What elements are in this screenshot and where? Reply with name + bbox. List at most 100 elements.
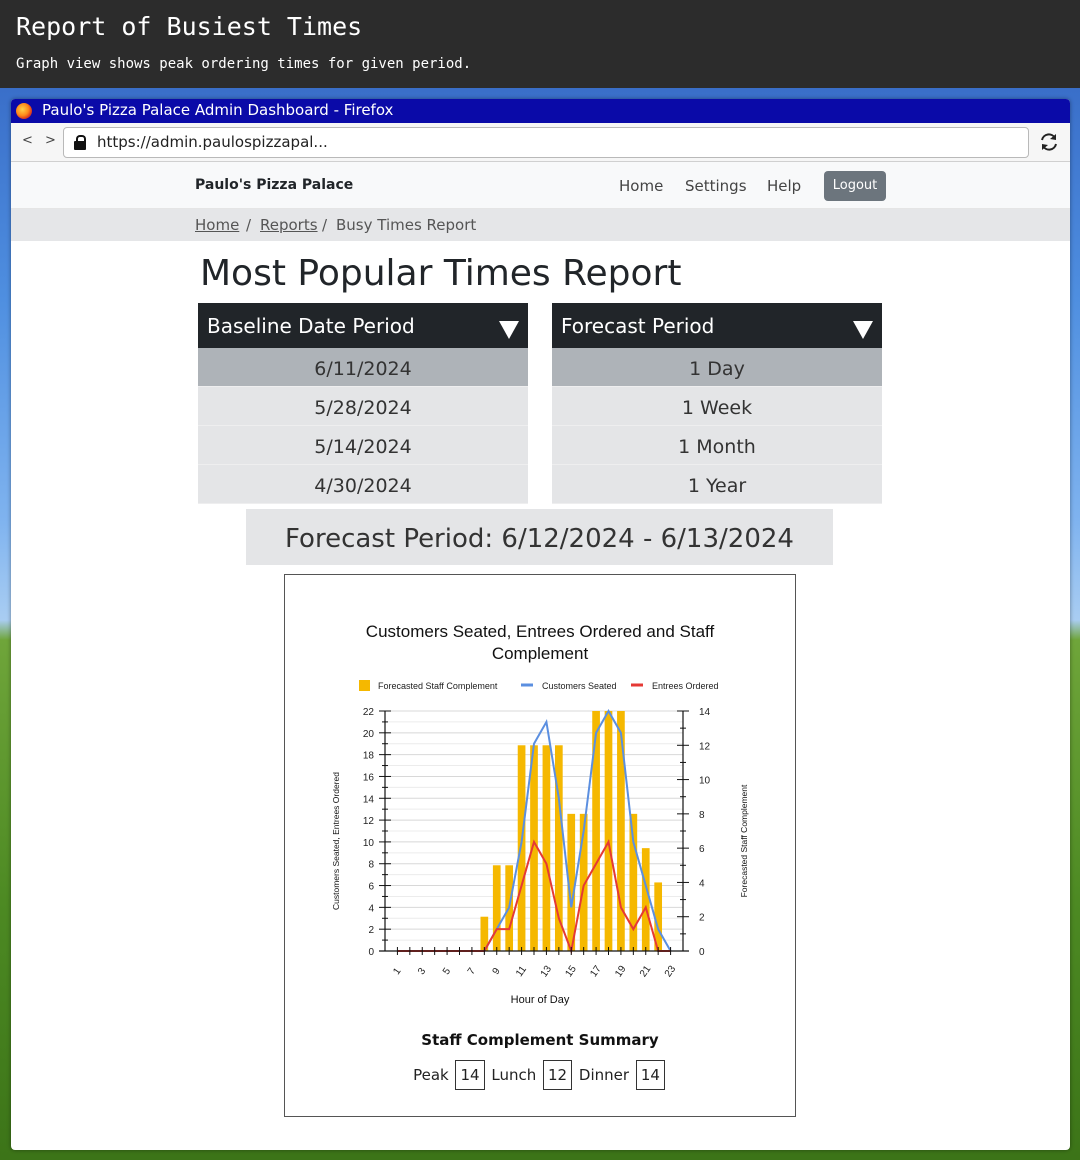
baseline-option[interactable]: 6/11/2024 [198,348,528,387]
y2-tick-label: 0 [699,947,705,958]
forecast-option[interactable]: 1 Month [552,426,882,465]
dinner-label: Dinner [578,1066,630,1084]
peak-label: Peak [413,1066,449,1084]
bar-staff-complement [542,745,551,951]
breadcrumb: Home / Reports / Busy Times Report [11,209,1070,241]
breadcrumb-separator: / [246,216,252,234]
baseline-option[interactable]: 4/30/2024 [198,465,528,504]
x-tick-label: 9 [491,966,503,977]
y-tick-label: 4 [368,903,374,914]
forecast-period-banner: Forecast Period: 6/12/2024 - 6/13/2024 [246,509,833,565]
peak-value: 14 [455,1060,485,1090]
url-text[interactable]: https://admin.paulospizzapal... [97,133,328,151]
baseline-option[interactable]: 5/28/2024 [198,387,528,426]
busy-times-chart: Customers Seated, Entrees Ordered and St… [331,622,749,1006]
y-tick-label: 16 [363,772,375,783]
chart-title: Complement [492,644,589,663]
dropdown-arrow-icon[interactable] [853,321,873,339]
breadcrumb-reports[interactable]: Reports [260,216,318,234]
forecast-option[interactable]: 1 Day [552,348,882,387]
lunch-value: 12 [543,1060,573,1090]
nav-help[interactable]: Help [767,177,801,195]
y2-tick-label: 4 [699,878,705,889]
reload-icon[interactable] [1038,131,1060,153]
legend-label: Entrees Ordered [652,681,719,691]
window-titlebar: Paulo's Pizza Palace Admin Dashboard - F… [11,99,1070,123]
y-tick-label: 22 [363,707,375,718]
summary-title: Staff Complement Summary [421,1031,659,1049]
browser-window: Paulo's Pizza Palace Admin Dashboard - F… [11,99,1070,1150]
bar-staff-complement [617,711,625,951]
y-tick-label: 6 [368,882,374,893]
banner-title: Report of Busiest Times [16,12,363,41]
x-tick-label: 11 [514,964,529,979]
y2-tick-label: 12 [699,741,711,752]
top-banner: Report of Busiest Times Graph view shows… [0,0,1080,88]
y-tick-label: 8 [368,860,374,871]
y2-tick-label: 6 [699,844,705,855]
forecast-period-selector: Forecast Period 1 Day 1 Week 1 Month 1 Y… [552,303,882,504]
back-forward-arrows-icon[interactable]: < > [22,133,60,148]
y2-axis-label: Forecasted Staff Complement [739,784,749,897]
y-tick-label: 12 [363,816,375,827]
bar-staff-complement [517,745,526,951]
breadcrumb-home[interactable]: Home [195,216,239,234]
x-tick-label: 19 [613,963,629,979]
bar-staff-complement [604,711,613,951]
nav-home[interactable]: Home [619,177,663,195]
y2-tick-label: 14 [699,707,711,718]
y2-tick-label: 8 [699,810,705,821]
y-tick-label: 20 [363,729,375,740]
y-tick-label: 0 [368,947,374,958]
y-tick-label: 10 [363,838,375,849]
x-tick-label: 17 [588,963,604,979]
y-tick-label: 2 [368,925,374,936]
page-title: Most Popular Times Report [200,253,682,294]
baseline-label: Baseline Date Period [207,314,415,338]
x-axis-label: Hour of Day [511,994,570,1006]
legend-swatch [359,680,370,691]
logout-button[interactable]: Logout [824,171,886,201]
breadcrumb-separator: / [322,216,328,234]
forecast-dropdown-header[interactable]: Forecast Period [552,303,882,348]
x-tick-label: 1 [391,966,403,977]
y-axis-label: Customers Seated, Entrees Ordered [331,772,341,910]
breadcrumb-current: Busy Times Report [336,216,477,234]
y2-tick-label: 10 [699,776,711,787]
y-tick-label: 14 [363,794,375,805]
banner-subtitle: Graph view shows peak ordering times for… [16,56,472,72]
forecast-option[interactable]: 1 Year [552,465,882,504]
x-tick-label: 21 [638,963,654,979]
bar-staff-complement [641,848,650,951]
lock-icon [73,135,87,150]
nav-settings[interactable]: Settings [685,177,747,195]
address-bar: < > https://admin.paulospizzapal... [11,123,1070,162]
baseline-date-selector: Baseline Date Period 6/11/2024 5/28/2024… [198,303,528,504]
x-tick-label: 13 [539,963,555,979]
x-tick-label: 23 [663,963,679,979]
staff-summary: Peak 14 Lunch 12 Dinner 14 [285,1060,795,1090]
legend-label: Forecasted Staff Complement [378,681,498,691]
firefox-icon [16,103,32,119]
chart-panel: Customers Seated, Entrees Ordered and St… [284,574,796,1117]
x-tick-label: 5 [441,966,453,977]
x-tick-label: 3 [416,966,428,977]
lunch-label: Lunch [491,1066,537,1084]
brand-link[interactable]: Paulo's Pizza Palace [195,177,353,193]
legend-label: Customers Seated [542,681,617,691]
url-field[interactable]: https://admin.paulospizzapal... [63,127,1029,158]
x-tick-label: 7 [466,966,478,977]
bar-staff-complement [492,865,501,951]
chart-title: Customers Seated, Entrees Ordered and St… [366,622,715,641]
site-navbar: Paulo's Pizza Palace Home Settings Help … [11,162,1070,209]
x-tick-label: 15 [564,963,580,979]
baseline-option[interactable]: 5/14/2024 [198,426,528,465]
dinner-value: 14 [635,1060,665,1090]
y2-tick-label: 2 [699,913,705,924]
forecast-option[interactable]: 1 Week [552,387,882,426]
forecast-label: Forecast Period [561,314,715,338]
dropdown-arrow-icon[interactable] [499,321,519,339]
baseline-dropdown-header[interactable]: Baseline Date Period [198,303,528,348]
window-title: Paulo's Pizza Palace Admin Dashboard - F… [42,101,394,119]
y-tick-label: 18 [363,751,375,762]
